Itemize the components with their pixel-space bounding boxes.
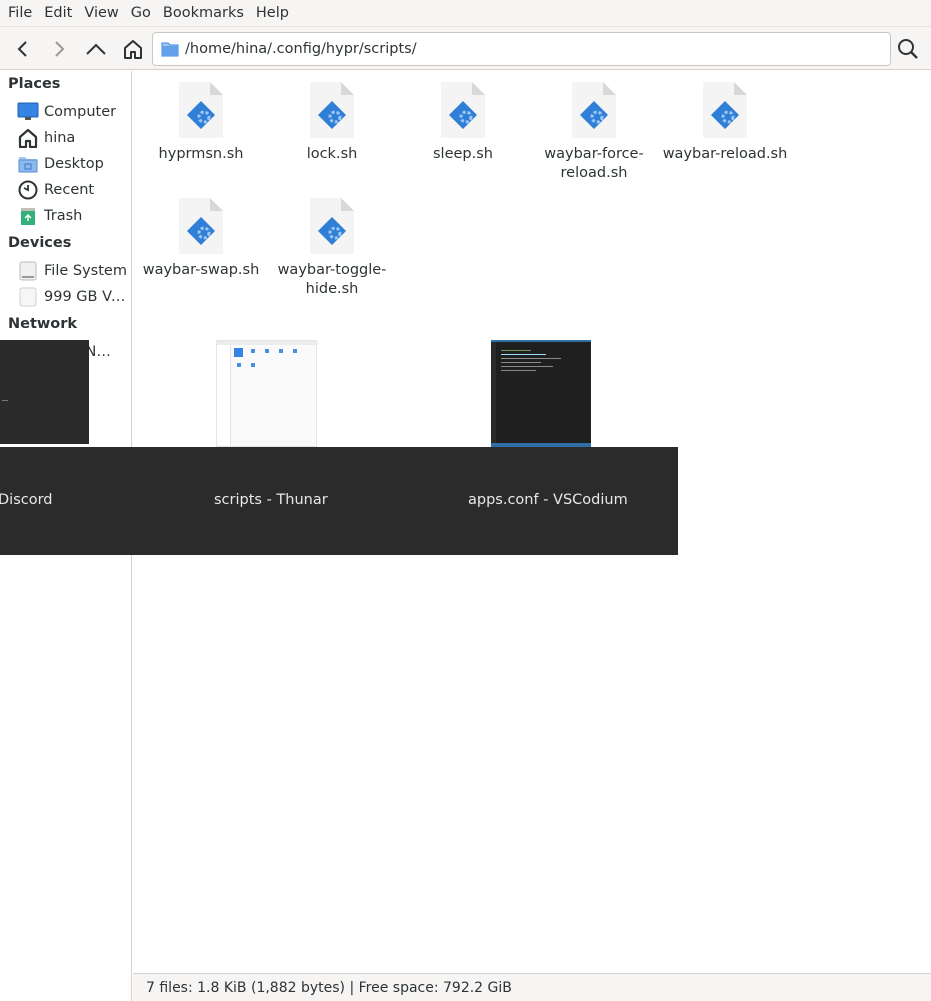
sidebar-item-recent[interactable]: Recent	[16, 178, 132, 202]
desktop-folder-icon	[16, 153, 40, 175]
status-bar: 7 files: 1.8 KiB (1,882 bytes) | Free sp…	[133, 973, 931, 1001]
window-thumbnail-vscodium[interactable]	[491, 340, 591, 447]
sidebar-item-label: hina	[44, 130, 76, 146]
file-item[interactable]: waybar-toggle-hide.sh	[267, 197, 397, 299]
file-name: waybar-swap.sh	[142, 262, 260, 278]
sidebar-item-computer[interactable]: Computer	[16, 100, 132, 124]
file-name: waybar-reload.sh	[662, 146, 788, 162]
file-item[interactable]: sleep.sh	[398, 81, 528, 164]
places-heading: Places	[8, 76, 61, 92]
shell-script-icon	[702, 81, 748, 139]
drive-icon	[16, 260, 40, 282]
forward-button[interactable]	[44, 34, 74, 64]
file-name: sleep.sh	[433, 146, 493, 162]
window-title-discord[interactable]: Discord	[0, 492, 53, 508]
window-title-vscodium[interactable]: apps.conf - VSCodium	[468, 492, 628, 508]
network-heading: Network	[8, 316, 78, 332]
menu-view[interactable]: View	[78, 0, 124, 27]
chevron-right-icon	[55, 41, 65, 57]
home-icon	[124, 40, 142, 59]
file-name: waybar-force-reload.sh	[544, 146, 644, 181]
window-switcher: Discord scripts - Thunar apps.conf - VSC…	[0, 447, 678, 555]
file-name: hyprmsn.sh	[158, 146, 244, 162]
menu-bookmarks[interactable]: Bookmarks	[157, 0, 250, 27]
search-icon	[898, 39, 918, 59]
toolbar: /home/hina/.config/hypr/scripts/	[0, 27, 931, 70]
shell-script-icon	[309, 197, 355, 255]
location-path[interactable]: /home/hina/.config/hypr/scripts/	[185, 41, 417, 57]
chevron-up-icon	[86, 43, 106, 55]
file-name: waybar-toggle-hide.sh	[277, 262, 387, 297]
shell-script-icon	[309, 81, 355, 139]
clock-icon	[16, 179, 40, 201]
location-bar[interactable]: /home/hina/.config/hypr/scripts/	[152, 32, 891, 66]
sidebar-item-file-system[interactable]: File System	[16, 259, 132, 283]
sidebar-item-label: File System	[44, 263, 127, 279]
folder-icon	[161, 42, 179, 57]
computer-icon	[16, 101, 40, 123]
home-icon	[16, 127, 40, 149]
menubar: File Edit View Go Bookmarks Help	[0, 0, 931, 27]
window-thumbnail-discord[interactable]	[0, 340, 89, 444]
chevron-left-icon	[17, 41, 27, 57]
search-button[interactable]	[893, 34, 923, 64]
menu-edit[interactable]: Edit	[38, 0, 78, 27]
sidebar-item-volume[interactable]: 999 GB Vo…	[16, 285, 132, 309]
file-item[interactable]: hyprmsn.sh	[136, 81, 266, 164]
file-item[interactable]: waybar-swap.sh	[136, 197, 266, 280]
sidebar-item-desktop[interactable]: Desktop	[16, 152, 132, 176]
sidebar-item-label: Computer	[44, 104, 117, 120]
devices-heading: Devices	[8, 235, 72, 251]
file-item[interactable]: waybar-force-reload.sh	[529, 81, 659, 183]
shell-script-icon	[571, 81, 617, 139]
drive-icon	[16, 286, 40, 308]
sidebar-item-label: 999 GB Vo…	[44, 289, 132, 305]
file-name: lock.sh	[306, 146, 358, 162]
up-button[interactable]	[81, 34, 111, 64]
shell-script-icon	[440, 81, 486, 139]
menu-help[interactable]: Help	[250, 0, 295, 27]
sidebar-item-label: Desktop	[44, 156, 104, 172]
trash-icon	[16, 205, 40, 227]
sidebar-item-trash[interactable]: Trash	[16, 204, 132, 228]
shell-script-icon	[178, 81, 224, 139]
menu-go[interactable]: Go	[125, 0, 157, 27]
sidebar-item-label: Recent	[44, 182, 95, 198]
home-button[interactable]	[118, 34, 148, 64]
sidebar-item-hina[interactable]: hina	[16, 126, 132, 150]
back-button[interactable]	[8, 34, 38, 64]
sidebar-item-label: Trash	[44, 208, 83, 224]
window-thumbnail-thunar[interactable]	[216, 340, 318, 447]
window-title-thunar[interactable]: scripts - Thunar	[214, 492, 328, 508]
menu-file[interactable]: File	[2, 0, 38, 27]
file-item[interactable]: lock.sh	[267, 81, 397, 164]
file-item[interactable]: waybar-reload.sh	[660, 81, 790, 164]
status-text: 7 files: 1.8 KiB (1,882 bytes) | Free sp…	[146, 979, 512, 996]
shell-script-icon	[178, 197, 224, 255]
